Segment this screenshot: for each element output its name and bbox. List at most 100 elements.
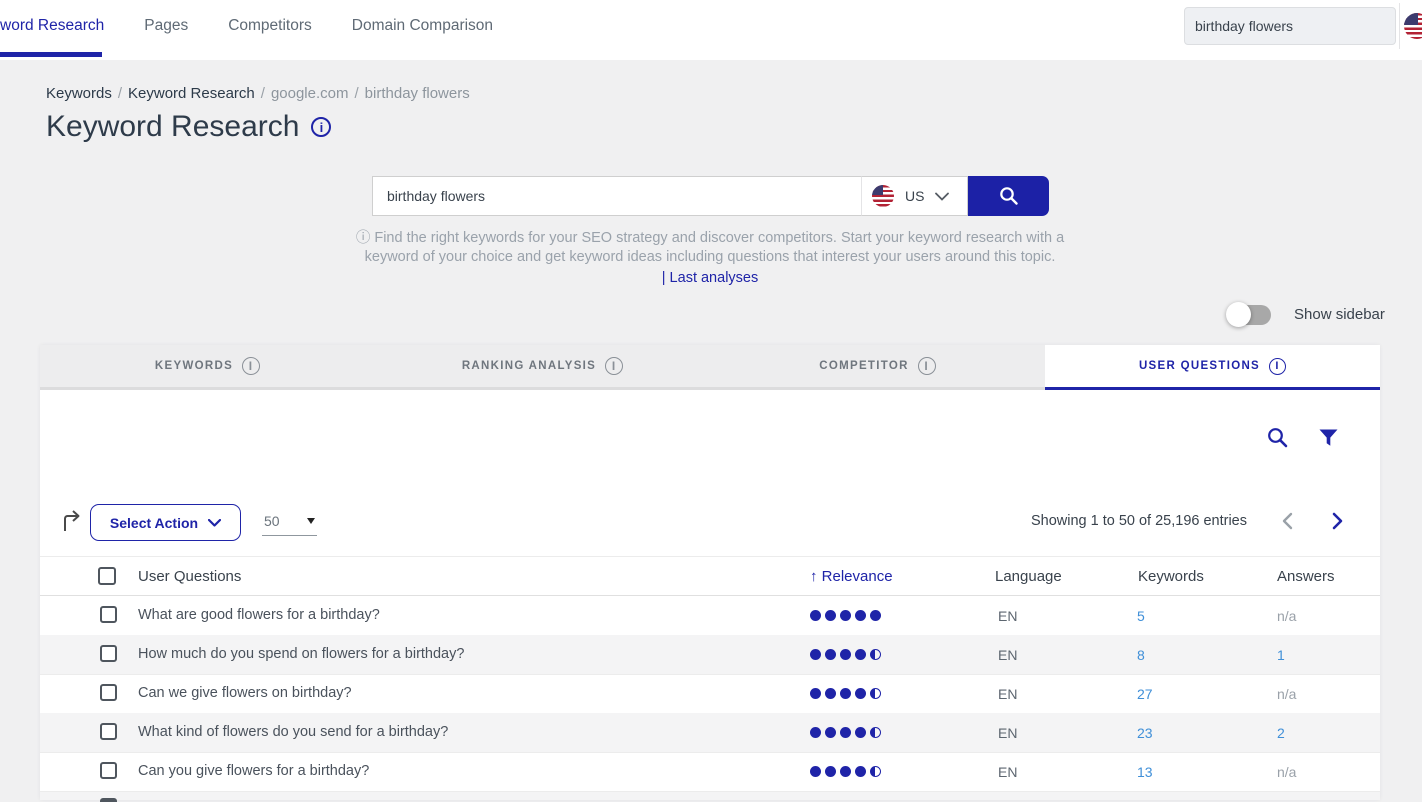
keywords-count-link[interactable]: 23 — [1137, 725, 1153, 741]
row-checkbox[interactable] — [100, 645, 117, 662]
relevance-dot-full — [855, 727, 866, 738]
row-divider — [40, 674, 1380, 675]
table-search-icon[interactable] — [1266, 426, 1289, 449]
intro-text-line2: keyword of your choice and get keyword i… — [330, 249, 1090, 265]
topbar: word Research Pages Competitors Domain C… — [0, 0, 1422, 60]
tab-user-questions[interactable]: User Questionsi — [1045, 345, 1380, 390]
answers-count-link[interactable]: 1 — [1277, 647, 1285, 663]
intro-text-line1: ⓘ Find the right keywords for your SEO s… — [330, 226, 1090, 247]
select-action-dropdown[interactable]: Select Action — [90, 504, 241, 541]
previous-page-icon[interactable] — [1281, 512, 1293, 530]
tab-ranking-analysis[interactable]: Ranking Analysisi — [375, 345, 710, 390]
breadcrumb-keyword: birthday flowers — [365, 85, 470, 102]
us-flag-icon — [872, 185, 894, 207]
page-title: Keyword Research i — [46, 110, 331, 144]
show-sidebar-toggle[interactable] — [1229, 305, 1271, 325]
keyword-search-input[interactable] — [387, 188, 847, 204]
question-cell: What kind of flowers do you send for a b… — [138, 724, 448, 740]
table-row: How much do you spend on flowers for a b… — [40, 635, 1380, 674]
us-flag-icon[interactable] — [1404, 13, 1422, 39]
relevance-dot-half — [870, 727, 881, 738]
column-header-user-questions[interactable]: User Questions — [138, 568, 241, 585]
relevance-dot-half — [870, 649, 881, 660]
tab-bar: Keywordsi Ranking Analysisi Competitori … — [40, 345, 1380, 390]
relevance-dots — [810, 688, 881, 699]
relevance-dot-half — [870, 766, 881, 777]
country-selector[interactable]: US — [861, 176, 968, 216]
breadcrumb-domain[interactable]: google.com — [271, 85, 349, 102]
page-title-text: Keyword Research — [46, 110, 299, 144]
nav-item-competitors[interactable]: Competitors — [228, 17, 312, 35]
relevance-dot-full — [825, 766, 836, 777]
relevance-dot-full — [810, 610, 821, 621]
relevance-dots — [810, 766, 881, 777]
title-info-icon[interactable]: i — [311, 117, 331, 137]
info-icon[interactable]: i — [918, 357, 936, 375]
language-cell: EN — [998, 764, 1017, 780]
filter-icon[interactable] — [1319, 429, 1338, 447]
relevance-dot-full — [825, 688, 836, 699]
tab-keywords[interactable]: Keywordsi — [40, 345, 375, 390]
table-header: User Questions ↑ Relevance Language Keyw… — [40, 556, 1380, 596]
table-row: Can we give flowers on birthday? EN 27 n… — [40, 674, 1380, 713]
tab-competitor[interactable]: Competitori — [710, 345, 1045, 390]
relevance-dot-full — [855, 766, 866, 777]
relevance-dot-full — [840, 610, 851, 621]
row-checkbox[interactable] — [100, 798, 117, 802]
relevance-dot-full — [855, 649, 866, 660]
nav-item-pages[interactable]: Pages — [144, 17, 188, 35]
question-cell: How much do you spend on flowers for a b… — [138, 646, 464, 662]
language-cell: EN — [998, 686, 1017, 702]
row-checkbox[interactable] — [100, 723, 117, 740]
answers-count-link[interactable]: 2 — [1277, 725, 1285, 741]
row-checkbox[interactable] — [100, 606, 117, 623]
keywords-count-link[interactable]: 8 — [1137, 647, 1145, 663]
nav-item-keyword-research[interactable]: word Research — [0, 17, 104, 35]
export-icon[interactable] — [60, 509, 83, 533]
info-icon[interactable]: i — [242, 357, 260, 375]
answers-cell: n/a — [1277, 608, 1296, 624]
keywords-count-link[interactable]: 5 — [1137, 608, 1145, 624]
info-icon[interactable]: i — [605, 357, 623, 375]
page-size-value: 50 — [264, 513, 280, 529]
keywords-count-link[interactable]: 13 — [1137, 764, 1153, 780]
info-icon[interactable]: i — [1269, 358, 1286, 375]
search-button[interactable] — [968, 176, 1049, 216]
select-all-checkbox[interactable] — [98, 567, 116, 585]
toggle-knob — [1226, 302, 1251, 327]
relevance-dot-full — [840, 649, 851, 660]
active-nav-underline — [0, 52, 102, 57]
pagination-status: Showing 1 to 50 of 25,196 entries — [943, 513, 1247, 529]
chevron-down-icon — [935, 192, 949, 201]
breadcrumb: Keywords/Keyword Research/google.com/bir… — [46, 85, 470, 102]
nav-item-domain-comparison[interactable]: Domain Comparison — [352, 17, 493, 35]
info-icon: ⓘ — [356, 230, 371, 246]
top-navigation: word Research Pages Competitors Domain C… — [0, 0, 493, 52]
relevance-dot-half — [870, 688, 881, 699]
topbar-search-input[interactable] — [1195, 18, 1385, 34]
relevance-dot-full — [810, 766, 821, 777]
row-checkbox[interactable] — [100, 762, 117, 779]
row-divider — [40, 752, 1380, 753]
language-cell: EN — [998, 608, 1017, 624]
next-page-icon[interactable] — [1332, 512, 1344, 530]
last-analyses-link[interactable]: | Last analyses — [330, 270, 1090, 286]
row-checkbox[interactable] — [100, 684, 117, 701]
breadcrumb-keyword-research[interactable]: Keyword Research — [128, 85, 255, 102]
column-header-keywords[interactable]: Keywords — [1138, 568, 1204, 585]
question-cell: Can you give flowers for a birthday? — [138, 763, 369, 779]
relevance-dot-full — [825, 610, 836, 621]
breadcrumb-keywords[interactable]: Keywords — [46, 85, 112, 102]
triangle-down-icon — [307, 518, 315, 524]
search-icon — [998, 185, 1020, 207]
page-size-select[interactable]: 50 — [262, 506, 317, 536]
relevance-dot-full — [825, 727, 836, 738]
column-header-language[interactable]: Language — [995, 568, 1062, 585]
select-action-label: Select Action — [110, 515, 198, 531]
keywords-count-link[interactable]: 27 — [1137, 686, 1153, 702]
relevance-dot-full — [810, 727, 821, 738]
relevance-dot-full — [810, 688, 821, 699]
topbar-search-box[interactable] — [1184, 7, 1396, 45]
column-header-answers[interactable]: Answers — [1277, 568, 1335, 585]
column-header-relevance[interactable]: ↑ Relevance — [810, 568, 893, 585]
